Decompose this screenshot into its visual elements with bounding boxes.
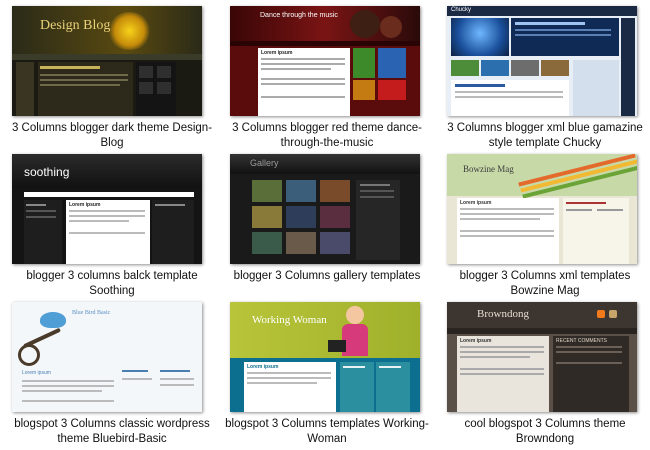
banner-title: soothing xyxy=(24,165,70,179)
template-caption-link[interactable]: blogspot 3 Columns templates Working-Wom… xyxy=(219,417,435,447)
template-thumbnail[interactable]: Design Blog xyxy=(12,6,202,116)
template-caption-link[interactable]: blogger 3 Columns xml templates Bowzine … xyxy=(437,269,650,299)
banner-title: Working Woman xyxy=(252,314,327,326)
banner-title: Bowzine Mag xyxy=(463,164,514,174)
banner-title: Blue Bird Basic xyxy=(72,310,111,316)
template-caption-link[interactable]: 3 Columns blogger xml blue gamazine styl… xyxy=(437,121,650,151)
template-thumbnail[interactable]: soothing Lorem ipsum xyxy=(12,154,202,264)
template-thumbnail[interactable]: Gallery xyxy=(230,154,420,264)
post-title: Lorem ipsum xyxy=(69,202,101,208)
woman-illustration xyxy=(346,306,364,324)
bird-graphic xyxy=(40,312,66,328)
template-thumbnail[interactable]: Working Woman Lorem ipsum xyxy=(230,302,420,412)
template-caption-link[interactable]: blogger 3 Columns gallery templates xyxy=(219,269,435,284)
template-thumbnail[interactable]: Chucky xyxy=(447,6,637,116)
post-title: Lorem ipsum xyxy=(460,200,492,206)
template-thumbnail[interactable]: Dance through the music Lorem ipsum xyxy=(230,6,420,116)
template-thumbnail[interactable]: Browndong Lorem ipsum RECENT COMMENTS xyxy=(447,302,637,412)
banner-title: Browndong xyxy=(477,308,529,320)
banner-title: Dance through the music xyxy=(260,12,338,19)
template-thumbnail[interactable]: Blue Bird Basic Lorem ipsum xyxy=(12,302,202,412)
rss-icon xyxy=(597,310,605,318)
template-thumbnail[interactable]: Bowzine Mag Lorem ipsum xyxy=(447,154,637,264)
template-caption-link[interactable]: 3 Columns blogger dark theme Design-Blog xyxy=(4,121,220,151)
banner-title: Design Blog xyxy=(40,18,111,33)
template-caption-link[interactable]: 3 Columns blogger red theme dance-throug… xyxy=(219,121,435,151)
banner-title: Chucky xyxy=(451,7,472,13)
post-title: Lorem ipsum xyxy=(22,370,51,376)
banner-title: Gallery xyxy=(250,158,279,168)
post-title: Lorem ipsum xyxy=(247,364,279,370)
post-title: Lorem ipsum xyxy=(460,338,492,344)
template-gallery-page: { "items":[ {"caption":"3 Columns blogge… xyxy=(0,0,650,450)
template-caption-link[interactable]: blogspot 3 Columns classic wordpress the… xyxy=(4,417,220,447)
post-title: Lorem ipsum xyxy=(261,50,293,56)
flower-graphic xyxy=(107,12,152,50)
template-caption-link[interactable]: cool blogspot 3 Columns theme Browndong xyxy=(437,417,650,447)
template-caption-link[interactable]: blogger 3 columns balck template Soothin… xyxy=(4,269,220,299)
sidebar-heading: RECENT COMMENTS xyxy=(556,338,608,344)
